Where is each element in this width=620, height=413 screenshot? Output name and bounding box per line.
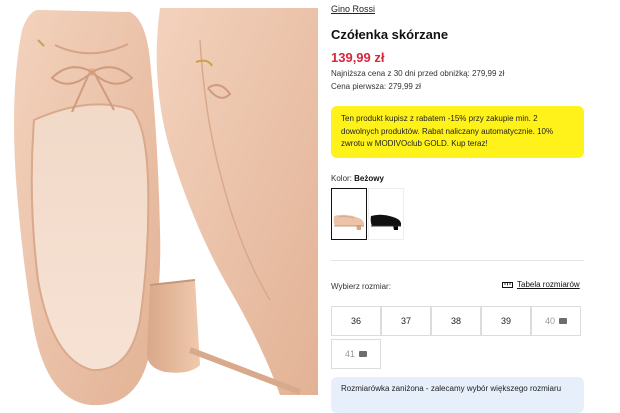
- size-chart-link[interactable]: Tabela rozmiarów: [502, 280, 580, 289]
- envelope-icon: [359, 351, 367, 357]
- lowest-price-label: Najniższa cena z 30 dni przed obniżką:: [331, 69, 470, 78]
- product-image[interactable]: [0, 0, 318, 413]
- first-price-value: 279,99 zł: [388, 82, 421, 91]
- promo-banner[interactable]: Ten produkt kupisz z rabatem -15% przy z…: [331, 106, 584, 158]
- size-option-label: 36: [350, 316, 361, 326]
- product-info: Gino Rossi Czółenka skórzane 139,99 zł N…: [331, 0, 620, 413]
- color-value: Beżowy: [354, 174, 384, 183]
- color-label-text: Kolor:: [331, 174, 352, 183]
- product-price: 139,99 zł: [331, 50, 385, 65]
- lowest-price-value: 279,99 zł: [471, 69, 505, 78]
- size-option-41[interactable]: 41: [331, 339, 381, 369]
- size-option-label: 39: [500, 316, 511, 326]
- size-label: Wybierz rozmiar:: [331, 282, 391, 291]
- first-price-info: Cena pierwsza: 279,99 zł: [331, 82, 421, 91]
- brand-link[interactable]: Gino Rossi: [331, 4, 375, 14]
- color-swatch-beige[interactable]: [331, 188, 367, 240]
- size-option-label: 40: [544, 316, 555, 326]
- envelope-icon: [559, 318, 567, 324]
- size-option-38[interactable]: 38: [431, 306, 481, 336]
- section-divider: [331, 260, 584, 261]
- size-option-label: 38: [450, 316, 461, 326]
- black-shoe-thumbnail: [370, 214, 401, 230]
- size-option-label: 41: [344, 349, 355, 359]
- size-chart-label: Tabela rozmiarów: [517, 280, 580, 289]
- color-label: Kolor: Beżowy: [331, 174, 384, 183]
- size-option-40[interactable]: 40: [531, 306, 581, 336]
- size-option-39[interactable]: 39: [481, 306, 531, 336]
- beige-shoe-thumbnail: [333, 214, 364, 230]
- size-fit-notice: Rozmiarówka zaniżona - zalecamy wybór wi…: [331, 377, 584, 413]
- color-swatch-black[interactable]: [368, 188, 404, 240]
- product-title: Czółenka skórzane: [331, 27, 449, 42]
- first-price-label: Cena pierwsza:: [331, 82, 387, 91]
- right-shoe: [147, 8, 318, 395]
- shoe-photo: [14, 8, 318, 406]
- size-option-37[interactable]: 37: [381, 306, 431, 336]
- left-shoe: [14, 9, 161, 406]
- ruler-icon: [502, 281, 513, 288]
- size-option-label: 37: [400, 316, 411, 326]
- lowest-price-info: Najniższa cena z 30 dni przed obniżką: 2…: [331, 69, 504, 78]
- size-option-36[interactable]: 36: [331, 306, 381, 336]
